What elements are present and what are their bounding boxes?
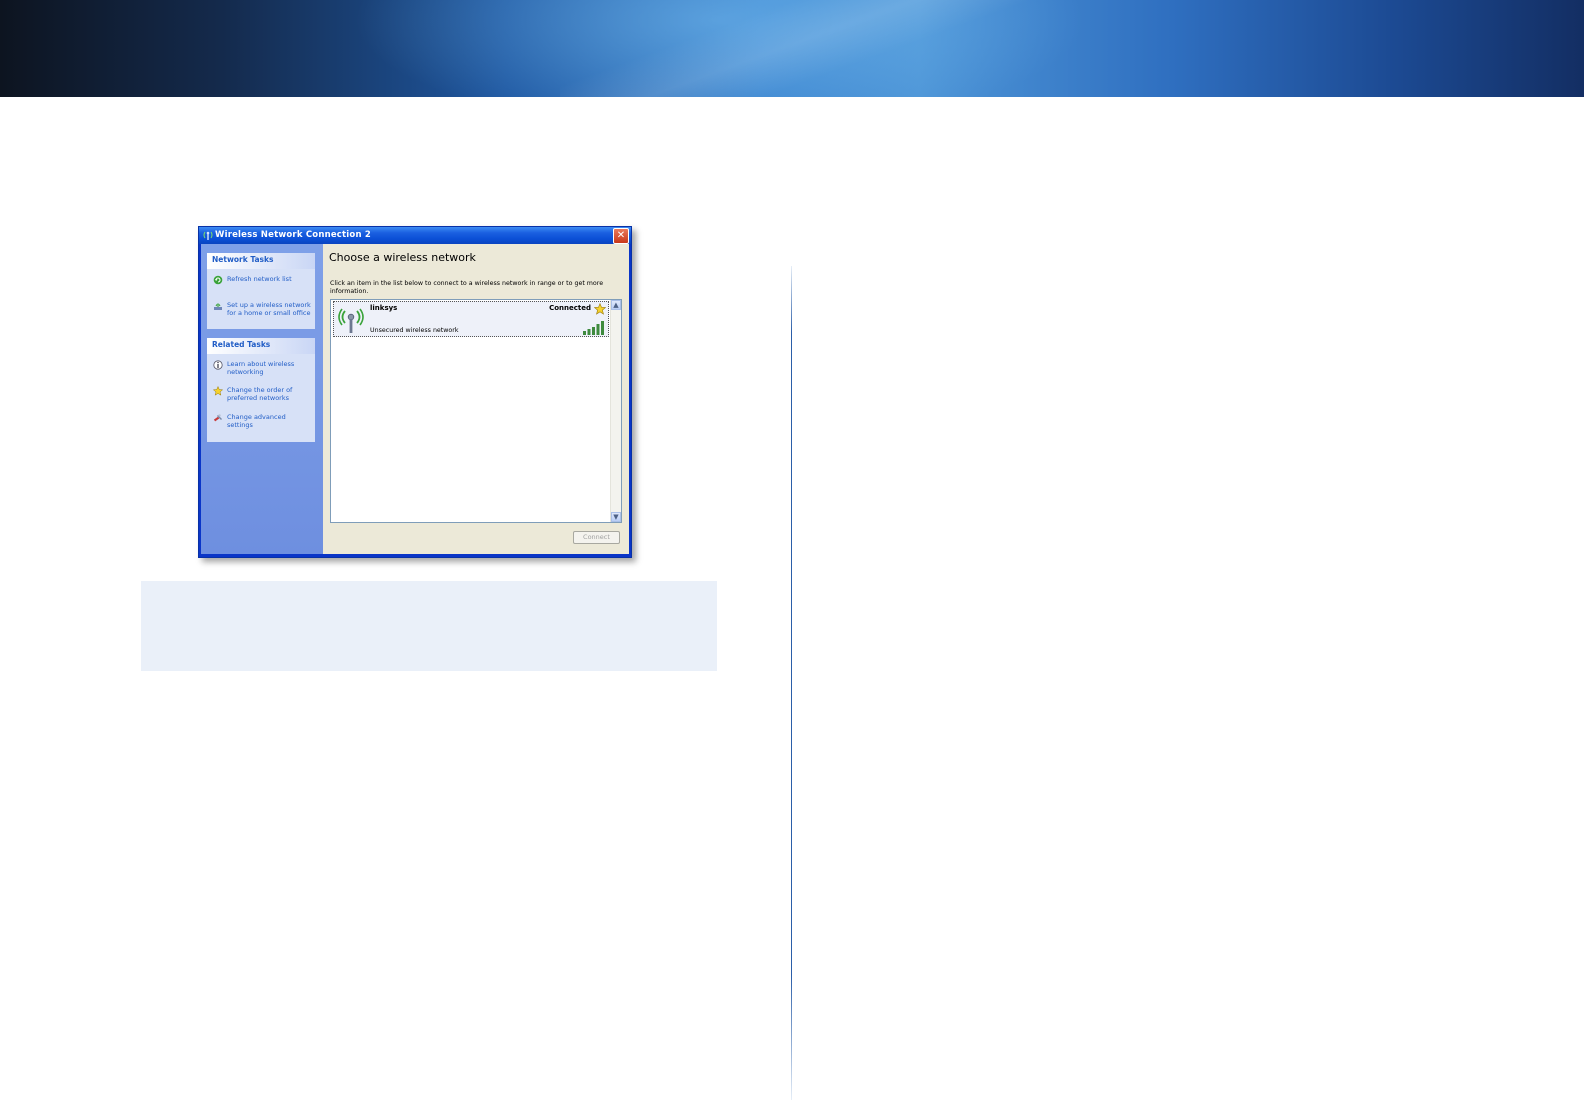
change-preferred-order-link[interactable]: Change the order of preferred networks: [213, 386, 313, 404]
network-tasks-panel: Network Tasks Refresh network list Set u…: [207, 253, 315, 329]
page-title: Choose a wireless network: [329, 251, 476, 264]
set-up-wireless-network-label: Set up a wireless network for a home or …: [227, 301, 311, 317]
set-up-wireless-network-link[interactable]: Set up a wireless network for a home or …: [213, 301, 313, 321]
connection-status: Connected: [549, 304, 591, 312]
preferred-star-icon: [594, 303, 606, 315]
info-icon: [213, 360, 223, 370]
chevron-down-icon: ▼: [613, 513, 619, 521]
signal-strength-icon: [583, 321, 604, 335]
network-list-item[interactable]: linksys Connected Unsecured wireless net…: [333, 301, 609, 337]
vertical-scrollbar[interactable]: ▲ ▼: [610, 300, 621, 522]
change-advanced-settings-label: Change advanced settings: [227, 413, 286, 429]
title-bar[interactable]: Wireless Network Connection 2 ✕: [199, 227, 631, 244]
task-sidebar: Network Tasks Refresh network list Set u…: [201, 244, 323, 554]
connect-button[interactable]: Connect: [573, 531, 620, 544]
refresh-icon: [213, 275, 223, 285]
instructions-text: Click an item in the list below to conne…: [330, 280, 604, 295]
refresh-network-list-link[interactable]: Refresh network list: [213, 275, 313, 287]
header-banner: [0, 0, 1584, 97]
setup-network-icon: [214, 303, 222, 310]
refresh-network-list-label: Refresh network list: [227, 275, 292, 283]
note-box: [141, 581, 717, 671]
learn-about-wireless-link[interactable]: Learn about wireless networking: [213, 360, 313, 378]
change-advanced-settings-link[interactable]: Change advanced settings: [213, 413, 313, 431]
network-list[interactable]: linksys Connected Unsecured wireless net…: [330, 299, 622, 523]
scroll-down-button[interactable]: ▼: [611, 512, 621, 522]
related-tasks-panel: Related Tasks Learn about wireless netwo…: [207, 338, 315, 442]
network-name: linksys: [370, 304, 398, 312]
window-title: Wireless Network Connection 2: [215, 230, 371, 240]
related-tasks-heading: Related Tasks: [207, 338, 315, 354]
wireless-network-window: Wireless Network Connection 2 ✕ Network …: [198, 226, 632, 558]
network-tasks-heading: Network Tasks: [207, 253, 315, 269]
settings-icon: [213, 414, 222, 422]
star-icon: [213, 386, 223, 396]
scroll-up-button[interactable]: ▲: [611, 300, 621, 310]
column-divider: [791, 266, 792, 1100]
change-preferred-order-label: Change the order of preferred networks: [227, 386, 293, 402]
wireless-antenna-icon: [203, 231, 213, 240]
close-button[interactable]: ✕: [613, 228, 629, 244]
close-icon: ✕: [616, 230, 626, 241]
wireless-network-icon: [338, 308, 364, 333]
security-label: Unsecured wireless network: [370, 327, 459, 334]
main-content: Choose a wireless network Click an item …: [323, 244, 629, 554]
learn-about-wireless-label: Learn about wireless networking: [227, 360, 295, 376]
chevron-up-icon: ▲: [613, 301, 619, 309]
